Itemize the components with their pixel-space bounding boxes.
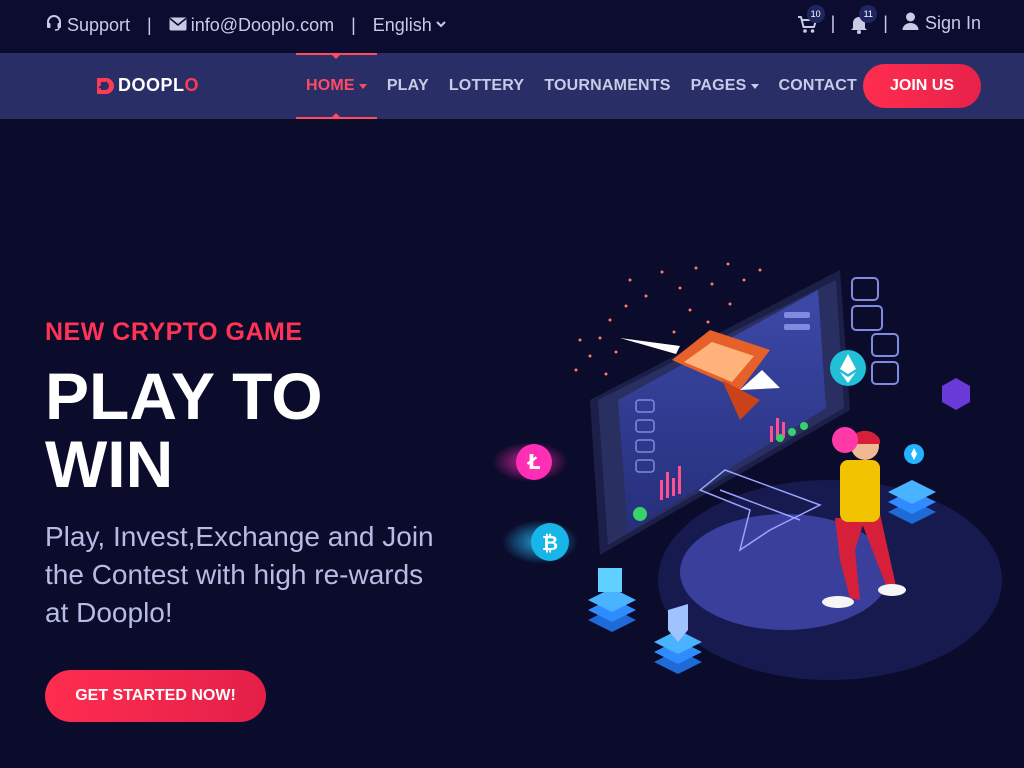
litecoin-coin: Ł [492,442,568,482]
separator: | [830,13,836,33]
get-started-button[interactable]: GET STARTED NOW! [45,670,266,722]
cart-count-badge: 10 [806,4,825,23]
nav-item-tournaments[interactable]: TOURNAMENTS [534,53,680,119]
notifications-button[interactable]: 11 [849,4,878,35]
nav-item-home[interactable]: HOME [296,53,377,119]
hero-subtext: Play, Invest,Exchange and Join the Conte… [45,521,434,628]
language-select[interactable]: English [373,15,446,36]
svg-text:Ł: Ł [527,450,541,474]
chevron-down-icon [436,20,446,31]
bitcoin-coin: ₿ [502,520,578,564]
nav-item-contact[interactable]: CONTACT [769,53,867,119]
main-navbar: DOOPLO HOME PLAY LOTTERY TOURNAMENTS PAG… [0,53,1024,119]
nav-item-label: TOURNAMENTS [544,77,671,94]
block-stack-3 [888,444,936,524]
join-us-button[interactable]: JOIN US [863,64,981,108]
separator: | [147,15,152,35]
hero-headline-line2: WIN [45,427,174,501]
top-bar-actions: 10 | 11 | Sign In [797,4,981,35]
nav-item-play[interactable]: PLAY [377,53,439,119]
logo-icon [97,77,114,94]
nav-item-pages[interactable]: PAGES [681,53,769,119]
top-bar: Support | info@Dooplo.com | English 10 | [0,0,1024,52]
email-link[interactable]: info@Dooplo.com [169,15,334,36]
envelope-icon [169,15,187,36]
notifications-count-badge: 11 [859,4,878,23]
logo[interactable]: DOOPLO [95,75,199,96]
caret-down-icon [750,81,759,92]
top-bar-contact: Support | info@Dooplo.com | English [45,14,446,37]
hero-headline: PLAY TO WIN [45,362,445,498]
logo-text: DOOPLO [118,75,200,95]
support-link[interactable]: Support [45,14,130,37]
signin-label: Sign In [924,13,981,33]
nav-item-label: PLAY [386,77,429,94]
separator: | [351,15,356,35]
svg-text:₿: ₿ [542,531,558,555]
nav-item-label: HOME [306,77,355,94]
hero-illustration: Ł ₿ [492,262,1002,680]
user-icon [902,12,919,35]
hero-eyebrow: NEW CRYPTO GAME [45,318,303,346]
nav-item-label: LOTTERY [448,77,525,94]
nav-item-label: CONTACT [778,77,857,94]
separator: | [883,13,888,33]
language-label: English [372,15,432,35]
caret-down-icon [358,81,367,92]
ethereum-coin [830,350,866,386]
purple-hexagon [942,378,970,410]
nav-item-label: PAGES [690,77,747,94]
nav-item-lottery[interactable]: LOTTERY [439,53,534,119]
primary-nav: HOME PLAY LOTTERY TOURNAMENTS PAGES CONT… [296,53,867,119]
email-label: info@Dooplo.com [190,15,335,35]
cart-button[interactable]: 10 [797,4,825,35]
signin-link[interactable]: Sign In [902,12,981,35]
block-stack-1 [588,568,636,632]
support-label: Support [67,15,131,35]
hero-headline-line1: PLAY TO [45,359,323,433]
headset-icon [45,14,63,37]
